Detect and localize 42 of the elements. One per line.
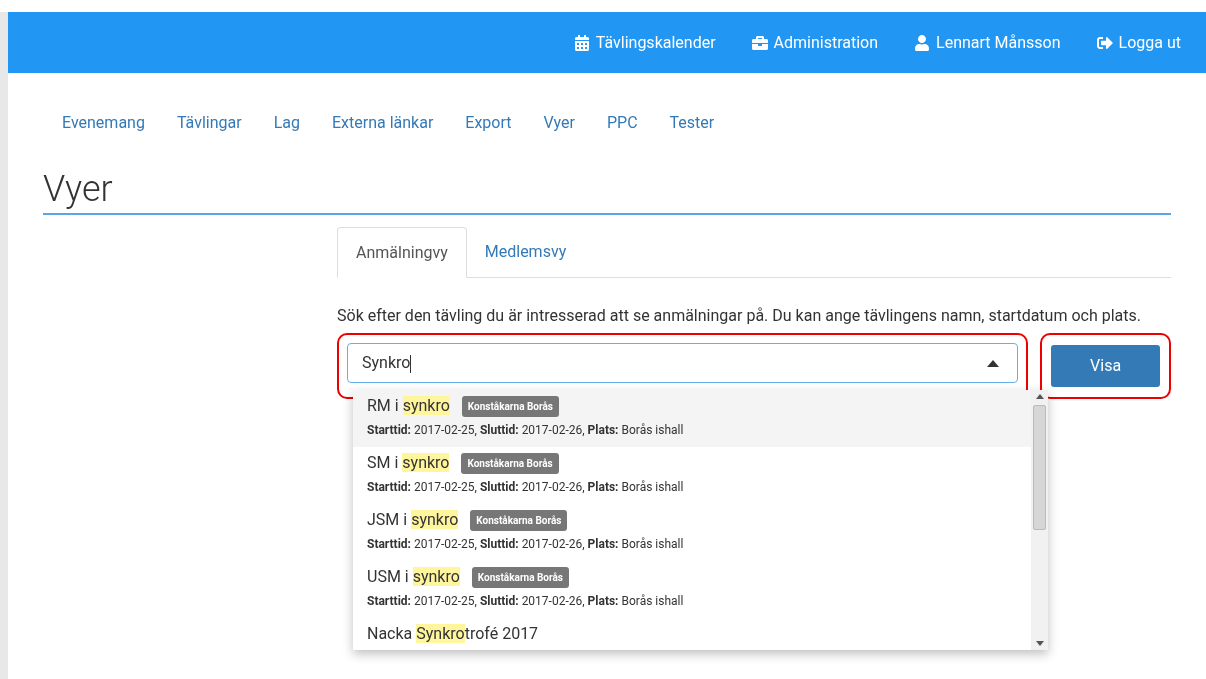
- topbar-link[interactable]: Administration: [751, 30, 879, 55]
- nav-link[interactable]: Export: [465, 111, 512, 135]
- user-icon: [914, 34, 931, 51]
- nav-link[interactable]: Lag: [273, 111, 300, 135]
- topbar-link[interactable]: Tävlingskalender: [573, 30, 716, 55]
- result-title: USM i synkro: [367, 566, 460, 588]
- result-option[interactable]: RM i synkro Konståkarna Borås Starttid: 2017-02-25, Sluttid: 2017-02-26, Plats: Borås ishall: [353, 390, 1031, 447]
- scroll-up-icon[interactable]: [1035, 394, 1044, 399]
- tab[interactable]: Anmälningvy: [337, 227, 467, 278]
- nav-link[interactable]: Tester: [669, 111, 715, 135]
- scroll-down-icon[interactable]: [1035, 641, 1044, 646]
- nav-link[interactable]: PPC: [606, 111, 638, 135]
- nav-link[interactable]: Externa länkar: [331, 111, 434, 135]
- topbar-link[interactable]: Lennart Månsson: [914, 30, 1061, 55]
- result-title: SM i synkro: [367, 452, 450, 474]
- result-details: Starttid: 2017-02-25, Sluttid: 2017-02-26, Plats: Borås ishall: [367, 479, 685, 496]
- tab[interactable]: Medlemsvy: [466, 227, 585, 277]
- club-badge: Konståkarna Borås: [470, 509, 568, 531]
- logout-icon: [1096, 34, 1113, 51]
- club-badge: Konståkarna Borås: [471, 566, 569, 588]
- nav-link[interactable]: Vyer: [543, 111, 575, 135]
- search-field[interactable]: Synkro: [347, 343, 1019, 383]
- nav-link[interactable]: Tävlingar: [176, 111, 242, 135]
- nav-link[interactable]: Evenemang: [62, 111, 145, 135]
- result-title: JSM i synkro: [367, 509, 459, 531]
- search-value: Synkro: [362, 352, 413, 375]
- result-details: Starttid: 2017-02-25, Sluttid: 2017-02-26, Plats: Borås ishall: [367, 593, 685, 610]
- scroll-thumb[interactable]: [1033, 405, 1046, 530]
- show-button[interactable]: Visa: [1051, 345, 1160, 387]
- result-title: RM i synkro: [367, 395, 450, 417]
- result-details: Starttid: 2017-02-25, Sluttid: 2017-02-26, Plats: Borås ishall: [367, 536, 685, 553]
- caret-up-icon[interactable]: [987, 359, 1000, 367]
- briefcase-icon: [751, 34, 768, 51]
- page-title: Vyer: [43, 167, 114, 211]
- result-details: Starttid: 2017-02-25, Sluttid: 2017-02-26, Plats: Borås ishall: [367, 422, 685, 439]
- result-title: Nacka Synkrotrofé 2017: [367, 623, 539, 645]
- club-badge: Konståkarna Borås: [461, 452, 559, 474]
- description: Sök efter den tävling du är intresserad att se anmälningar på. Du kan ange tävlingens namn, startdatum och plats.: [337, 305, 1142, 327]
- calendar-icon: [573, 34, 590, 51]
- topbar-link[interactable]: Logga ut: [1096, 30, 1181, 55]
- scrollbar[interactable]: [1031, 390, 1048, 650]
- club-badge: Konståkarna Borås: [461, 395, 559, 417]
